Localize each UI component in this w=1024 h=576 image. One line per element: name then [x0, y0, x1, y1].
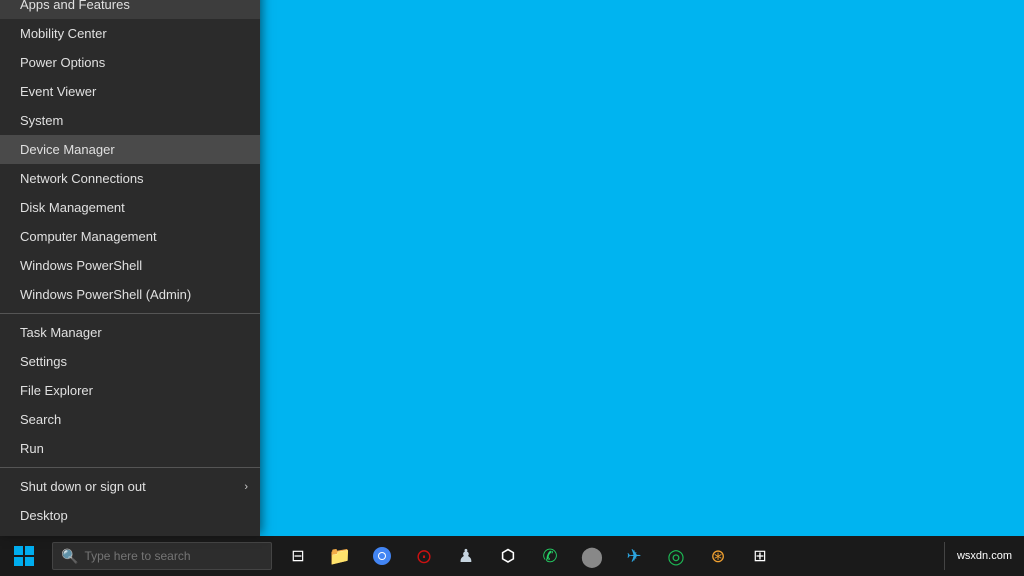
steam-button[interactable]: ♟ — [446, 536, 486, 576]
app7-button[interactable]: ⬤ — [572, 536, 612, 576]
search-bar[interactable]: 🔍 — [52, 542, 272, 570]
start-button[interactable] — [0, 536, 48, 576]
menu-item-file-explorer[interactable]: File Explorer — [0, 376, 260, 405]
menu-item-label: Power Options — [20, 55, 105, 70]
menu-item-label: Mobility Center — [20, 26, 107, 41]
system-tray: wsxdn.com — [942, 536, 1024, 576]
context-menu: Apps and Features Mobility Center Power Op… — [0, 0, 260, 536]
menu-item-event-viewer[interactable]: Event Viewer — [0, 77, 260, 106]
menu-item-disk-management[interactable]: Disk Management — [0, 193, 260, 222]
menu-item-network-connections[interactable]: Network Connections — [0, 164, 260, 193]
menu-item-label: Network Connections — [20, 171, 144, 186]
menu-separator — [0, 313, 260, 314]
menu-item-label: Desktop — [20, 508, 68, 523]
epic-games-button[interactable]: ⬡ — [488, 536, 528, 576]
wsxdn-label: wsxdn.com — [957, 550, 1012, 562]
menu-item-settings[interactable]: Settings — [0, 347, 260, 376]
menu-item-computer-management[interactable]: Computer Management — [0, 222, 260, 251]
search-input[interactable] — [84, 549, 254, 563]
menu-item-device-manager[interactable]: Device Manager — [0, 135, 260, 164]
taskbar: 🔍 ⊟ 📁 ⊙ ♟ ⬡ ✆ ⬤ ✈ ◎ ⊛ ⊞ — [0, 536, 1024, 576]
desktop: Apps and Features Mobility Center Power Op… — [0, 0, 1024, 576]
menu-item-desktop[interactable]: Desktop — [0, 501, 260, 530]
menu-item-label: System — [20, 113, 63, 128]
menu-item-label: Device Manager — [20, 142, 115, 157]
menu-separator — [0, 467, 260, 468]
windows-logo-icon — [14, 546, 34, 566]
file-explorer-button[interactable]: 📁 — [320, 536, 360, 576]
menu-item-label: Computer Management — [20, 229, 157, 244]
menu-item-shut-down[interactable]: Shut down or sign out › — [0, 472, 260, 501]
taskbar-icons: ⊟ 📁 ⊙ ♟ ⬡ ✆ ⬤ ✈ ◎ ⊛ ⊞ — [278, 536, 780, 576]
menu-item-system[interactable]: System — [0, 106, 260, 135]
app10-button[interactable]: ⊛ — [698, 536, 738, 576]
menu-item-label: Apps and Features — [20, 0, 130, 12]
search-icon: 🔍 — [61, 548, 78, 565]
menu-item-mobility-center[interactable]: Mobility Center — [0, 19, 260, 48]
chrome-icon — [372, 546, 392, 566]
menu-item-search[interactable]: Search — [0, 405, 260, 434]
tray-divider — [944, 542, 945, 570]
menu-item-label: Windows PowerShell (Admin) — [20, 287, 191, 302]
menu-item-label: Disk Management — [20, 200, 125, 215]
menu-item-task-manager[interactable]: Task Manager — [0, 318, 260, 347]
menu-item-windows-powershell-admin[interactable]: Windows PowerShell (Admin) — [0, 280, 260, 309]
menu-item-run[interactable]: Run — [0, 434, 260, 463]
chrome-button[interactable] — [362, 536, 402, 576]
spotify-button[interactable]: ◎ — [656, 536, 696, 576]
menu-item-label: Windows PowerShell — [20, 258, 142, 273]
menu-item-label: Task Manager — [20, 325, 102, 340]
telegram-button[interactable]: ✈ — [614, 536, 654, 576]
menu-item-label: Run — [20, 441, 44, 456]
tray-clock[interactable]: wsxdn.com — [949, 536, 1020, 576]
submenu-arrow-icon: › — [244, 481, 248, 493]
task-view-button[interactable]: ⊟ — [278, 536, 318, 576]
menu-item-label: Shut down or sign out — [20, 479, 146, 494]
menu-item-label: File Explorer — [20, 383, 93, 398]
whatsapp-button[interactable]: ✆ — [530, 536, 570, 576]
menu-item-windows-powershell[interactable]: Windows PowerShell — [0, 251, 260, 280]
menu-item-label: Settings — [20, 354, 67, 369]
menu-item-apps-features[interactable]: Apps and Features — [0, 0, 260, 19]
menu-item-power-options[interactable]: Power Options — [0, 48, 260, 77]
app11-button[interactable]: ⊞ — [740, 536, 780, 576]
opera-button[interactable]: ⊙ — [404, 536, 444, 576]
menu-item-label: Search — [20, 412, 61, 427]
menu-item-label: Event Viewer — [20, 84, 96, 99]
